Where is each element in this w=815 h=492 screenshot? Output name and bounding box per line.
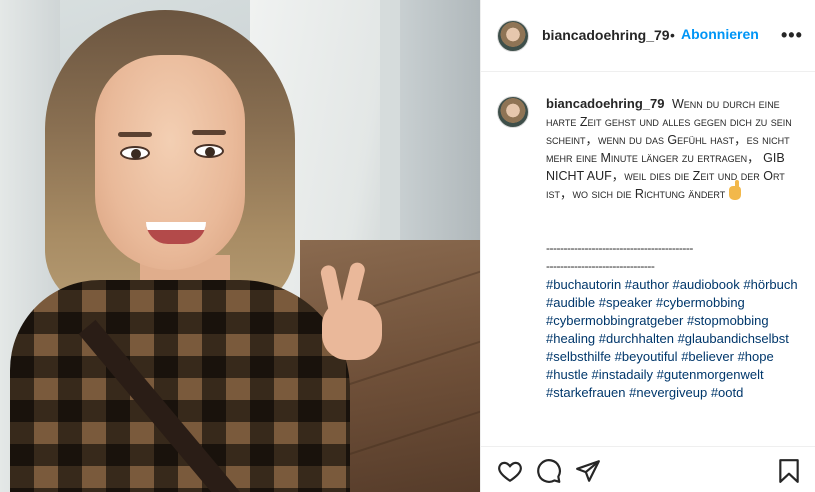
hashtag-link[interactable]: #starkefrauen — [546, 385, 626, 400]
hashtag-link[interactable]: #cybermobbing — [656, 295, 745, 310]
bookmark-icon[interactable] — [776, 458, 802, 484]
photo-eye — [194, 144, 224, 158]
hashtag-link[interactable]: #hustle — [546, 367, 588, 382]
follow-button[interactable]: Abonnieren — [681, 26, 759, 42]
hashtag-link[interactable]: #audible — [546, 295, 595, 310]
caption-divider: ------------------------------- — [546, 259, 655, 273]
share-icon[interactable] — [575, 458, 601, 484]
hashtag-link[interactable]: #believer — [681, 349, 734, 364]
heart-icon[interactable] — [497, 458, 523, 484]
photo-brow — [192, 130, 226, 135]
more-options-icon[interactable]: ••• — [781, 26, 803, 44]
author-username[interactable]: biancadoehring_79 — [542, 27, 670, 43]
hashtag-list: #buchautorin #author #audiobook #hörbuch… — [546, 276, 806, 402]
hashtag-link[interactable]: #gutenmorgenwelt — [657, 367, 764, 382]
hashtag-link[interactable]: #speaker — [599, 295, 652, 310]
hashtag-link[interactable]: #glaubandichselbst — [678, 331, 789, 346]
photo-eye — [120, 146, 150, 160]
caption-username[interactable]: biancadoehring_79 — [546, 96, 664, 111]
caption-text: biancadoehring_79 Wenn du durch eine har… — [546, 95, 801, 203]
separator-dot: • — [670, 27, 675, 43]
photo-door-frame — [400, 0, 480, 240]
photo-shirt — [10, 280, 350, 492]
hashtag-link[interactable]: #hörbuch — [743, 277, 797, 292]
author-avatar[interactable] — [497, 20, 529, 52]
caption-divider: ----------------------------------------… — [546, 241, 693, 255]
hashtag-link[interactable]: #hope — [738, 349, 774, 364]
comment-icon[interactable] — [536, 458, 562, 484]
hashtag-link[interactable]: #cybermobbingratgeber — [546, 313, 683, 328]
hashtag-link[interactable]: #instadaily — [592, 367, 653, 382]
pointing-hand-icon — [728, 180, 741, 200]
hashtag-link[interactable]: #ootd — [711, 385, 744, 400]
hashtag-link[interactable]: #durchhalten — [599, 331, 674, 346]
hashtag-link[interactable]: #nevergiveup — [629, 385, 707, 400]
action-bar — [481, 446, 815, 492]
post-sidebar: biancadoehring_79 • Abonnieren ••• bianc… — [480, 0, 815, 492]
hashtag-link[interactable]: #beyoutiful — [615, 349, 678, 364]
hashtag-link[interactable]: #buchautorin — [546, 277, 621, 292]
hashtag-link[interactable]: #audiobook — [673, 277, 740, 292]
hashtag-link[interactable]: #selbsthilfe — [546, 349, 611, 364]
post-photo[interactable] — [0, 0, 480, 492]
hashtag-link[interactable]: #healing — [546, 331, 595, 346]
caption-avatar[interactable] — [497, 96, 529, 128]
caption-area: biancadoehring_79 Wenn du durch eine har… — [481, 73, 815, 446]
hashtag-link[interactable]: #stopmobbing — [687, 313, 769, 328]
hashtag-link[interactable]: #author — [625, 277, 669, 292]
photo-brow — [118, 132, 152, 137]
photo-hand — [322, 300, 382, 360]
post-header: biancadoehring_79 • Abonnieren ••• — [481, 0, 815, 72]
